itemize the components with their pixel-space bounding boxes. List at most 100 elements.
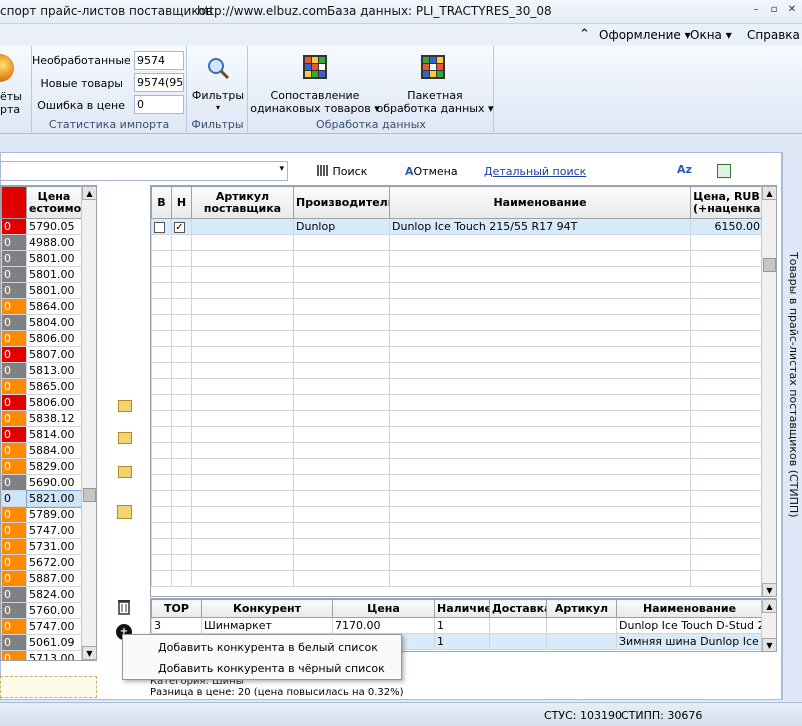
- rubik-cube-batch-icon[interactable]: [419, 53, 447, 81]
- competitor-cell-2: 7170.00: [332, 617, 435, 634]
- left-grid-price-header[interactable]: Цена естоимо: [26, 186, 82, 219]
- competitor-row[interactable]: 3 Шинмаркет 7170.00 1 Dunlop Ice Touch D-Stu…: [151, 617, 763, 634]
- sort-az-icon[interactable]: Аz: [677, 163, 692, 176]
- unprocessed-field[interactable]: 9574: [134, 51, 184, 70]
- checkbox[interactable]: ✓: [174, 221, 185, 233]
- detailed-search-link[interactable]: Детальный поиск: [484, 165, 586, 178]
- main-scroll-thumb[interactable]: [763, 258, 776, 272]
- left-grid-row[interactable]: 0 5829.00: [1, 458, 82, 475]
- left-grid-scrollbar[interactable]: ▲ ▼: [81, 186, 96, 660]
- left-grid-row[interactable]: 0 5713.00: [1, 650, 82, 660]
- export-excel-icon[interactable]: [717, 164, 731, 178]
- left-grid-row[interactable]: 0 5804.00: [1, 314, 82, 331]
- help-circle-icon[interactable]: ⌃: [579, 27, 590, 42]
- left-grid-row[interactable]: 0 5824.00: [1, 586, 82, 603]
- main-grid-row[interactable]: ✓ Dunlop Dunlop Ice Touch 215/55 R17 94T 61…: [151, 218, 763, 235]
- left-grid-row[interactable]: 0 5789.00: [1, 506, 82, 523]
- left-grid-row[interactable]: 0 5806.00: [1, 394, 82, 411]
- main-grid-header-5[interactable]: Цена, RUB (+наценка): [690, 186, 763, 219]
- menu-add-blacklist[interactable]: Добавить конкурента в чёрный список: [158, 662, 385, 675]
- minimize-icon[interactable]: –: [750, 4, 762, 16]
- magnifier-icon[interactable]: [205, 56, 231, 82]
- folder-copy-icon[interactable]: [117, 505, 132, 519]
- competitor-header-4[interactable]: Доставка: [489, 599, 547, 618]
- menu-bar: ⌃ Оформление ▾ Окна ▾ Справка ▾: [0, 24, 802, 46]
- category-combobox[interactable]: ▾: [0, 161, 288, 181]
- scroll-thumb[interactable]: [83, 488, 96, 502]
- left-grid-row[interactable]: 0 4988.00: [1, 234, 82, 251]
- left-grid-row[interactable]: 0 5672.00: [1, 554, 82, 571]
- competitor-scroll-up-icon[interactable]: ▲: [762, 599, 776, 613]
- left-grid-price-cell: 5801.00: [26, 282, 82, 299]
- left-grid-row[interactable]: 0 5690.00: [1, 474, 82, 491]
- match-products-button[interactable]: одинаковых товаров ▾: [249, 102, 381, 115]
- competitor-cell-1: Шинмаркет: [201, 617, 333, 634]
- checkbox[interactable]: [154, 221, 165, 233]
- import-stats-caption: Статистика импорта: [48, 118, 170, 131]
- main-grid-header-0[interactable]: В: [151, 186, 172, 219]
- menu-add-whitelist[interactable]: Добавить конкурента в белый список: [158, 641, 378, 654]
- scroll-down-icon[interactable]: ▼: [82, 646, 96, 660]
- left-grid-row[interactable]: 0 5747.00: [1, 522, 82, 539]
- main-grid-header-4[interactable]: Наименование: [389, 186, 691, 219]
- left-grid-row[interactable]: 0 5790.05: [1, 218, 82, 235]
- menu-help[interactable]: Справка ▾: [747, 28, 802, 42]
- close-icon[interactable]: ✕: [786, 4, 798, 16]
- left-grid-row[interactable]: 0 5884.00: [1, 442, 82, 459]
- competitor-header-2[interactable]: Цена: [332, 599, 435, 618]
- competitor-grid-scrollbar[interactable]: ▲ ▼: [761, 599, 776, 651]
- main-scroll-down-icon[interactable]: ▼: [762, 583, 776, 596]
- batch-processing-button[interactable]: обработка данных ▾: [375, 102, 495, 115]
- left-grid-row[interactable]: 0 5731.00: [1, 538, 82, 555]
- left-grid-row[interactable]: 0 5838.12: [1, 410, 82, 427]
- menu-appearance[interactable]: Оформление ▾: [599, 28, 691, 42]
- ribbon-group-import-stats: Необработанные 9574 Новые товары 9574(95…: [32, 46, 187, 134]
- main-grid-header-1[interactable]: Н: [171, 186, 192, 219]
- main-grid-cell-5: 6150.00: [690, 218, 763, 235]
- left-grid-row[interactable]: 0 5807.00: [1, 346, 82, 363]
- search-button[interactable]: Поиск: [317, 165, 367, 178]
- competitor-header-0[interactable]: TOP: [151, 599, 202, 618]
- left-grid-row[interactable]: 0 5806.00: [1, 330, 82, 347]
- new-products-field[interactable]: 9574(957: [134, 73, 184, 92]
- main-grid-scrollbar[interactable]: ▲ ▼: [761, 186, 776, 596]
- competitor-header-5[interactable]: Артикул: [546, 599, 617, 618]
- main-grid-header-2[interactable]: Артикул поставщика: [191, 186, 294, 219]
- left-grid-row[interactable]: 0 5801.00: [1, 282, 82, 299]
- folder-image-icon[interactable]: [118, 466, 132, 478]
- folder-remove-icon[interactable]: [118, 432, 132, 444]
- cancel-search-button[interactable]: AОтмена: [405, 165, 458, 178]
- left-grid-color-cell: 0: [1, 346, 27, 363]
- scroll-up-icon[interactable]: ▲: [82, 186, 96, 200]
- trash-icon[interactable]: [117, 598, 131, 615]
- left-grid-row[interactable]: 0 5061.09: [1, 634, 82, 651]
- left-grid-row[interactable]: 0 5747.00: [1, 618, 82, 635]
- main-grid-cell-1[interactable]: ✓: [171, 218, 192, 235]
- left-grid-row[interactable]: 0 5760.00: [1, 602, 82, 619]
- rubik-cube-icon[interactable]: [301, 53, 329, 81]
- reports-icon[interactable]: [0, 54, 14, 82]
- left-grid-price-cell: 5829.00: [26, 458, 82, 475]
- left-grid-row[interactable]: 0 5865.00: [1, 378, 82, 395]
- main-scroll-up-icon[interactable]: ▲: [762, 186, 776, 200]
- chevron-down-icon[interactable]: ▾: [279, 164, 284, 174]
- left-grid-row[interactable]: 0 5821.00: [1, 489, 83, 508]
- competitor-header-1[interactable]: Конкурент: [201, 599, 333, 618]
- filters-dropdown-icon[interactable]: ▾: [188, 101, 248, 114]
- folder-add-icon[interactable]: [118, 400, 132, 412]
- left-grid-row[interactable]: 0 5813.00: [1, 362, 82, 379]
- competitor-header-3[interactable]: Наличие: [434, 599, 490, 618]
- price-error-field[interactable]: 0: [134, 95, 184, 114]
- left-grid-row[interactable]: 0 5887.00: [1, 570, 82, 587]
- main-grid-cell-0[interactable]: [151, 218, 172, 235]
- sidebar-tab-label[interactable]: Товары в прайс-листах поставщиков (СТИПП…: [784, 252, 800, 552]
- left-grid-row[interactable]: 0 5864.00: [1, 298, 82, 315]
- restore-icon[interactable]: ▫: [768, 4, 780, 16]
- main-grid-header-3[interactable]: Производители: [293, 186, 390, 219]
- competitor-header-6[interactable]: Наименование: [616, 599, 763, 618]
- left-grid-row[interactable]: 0 5814.00: [1, 426, 82, 443]
- competitor-scroll-down-icon[interactable]: ▼: [762, 638, 776, 651]
- left-grid-row[interactable]: 0 5801.00: [1, 250, 82, 267]
- left-grid-row[interactable]: 0 5801.00: [1, 266, 82, 283]
- menu-windows[interactable]: Окна ▾: [690, 28, 732, 42]
